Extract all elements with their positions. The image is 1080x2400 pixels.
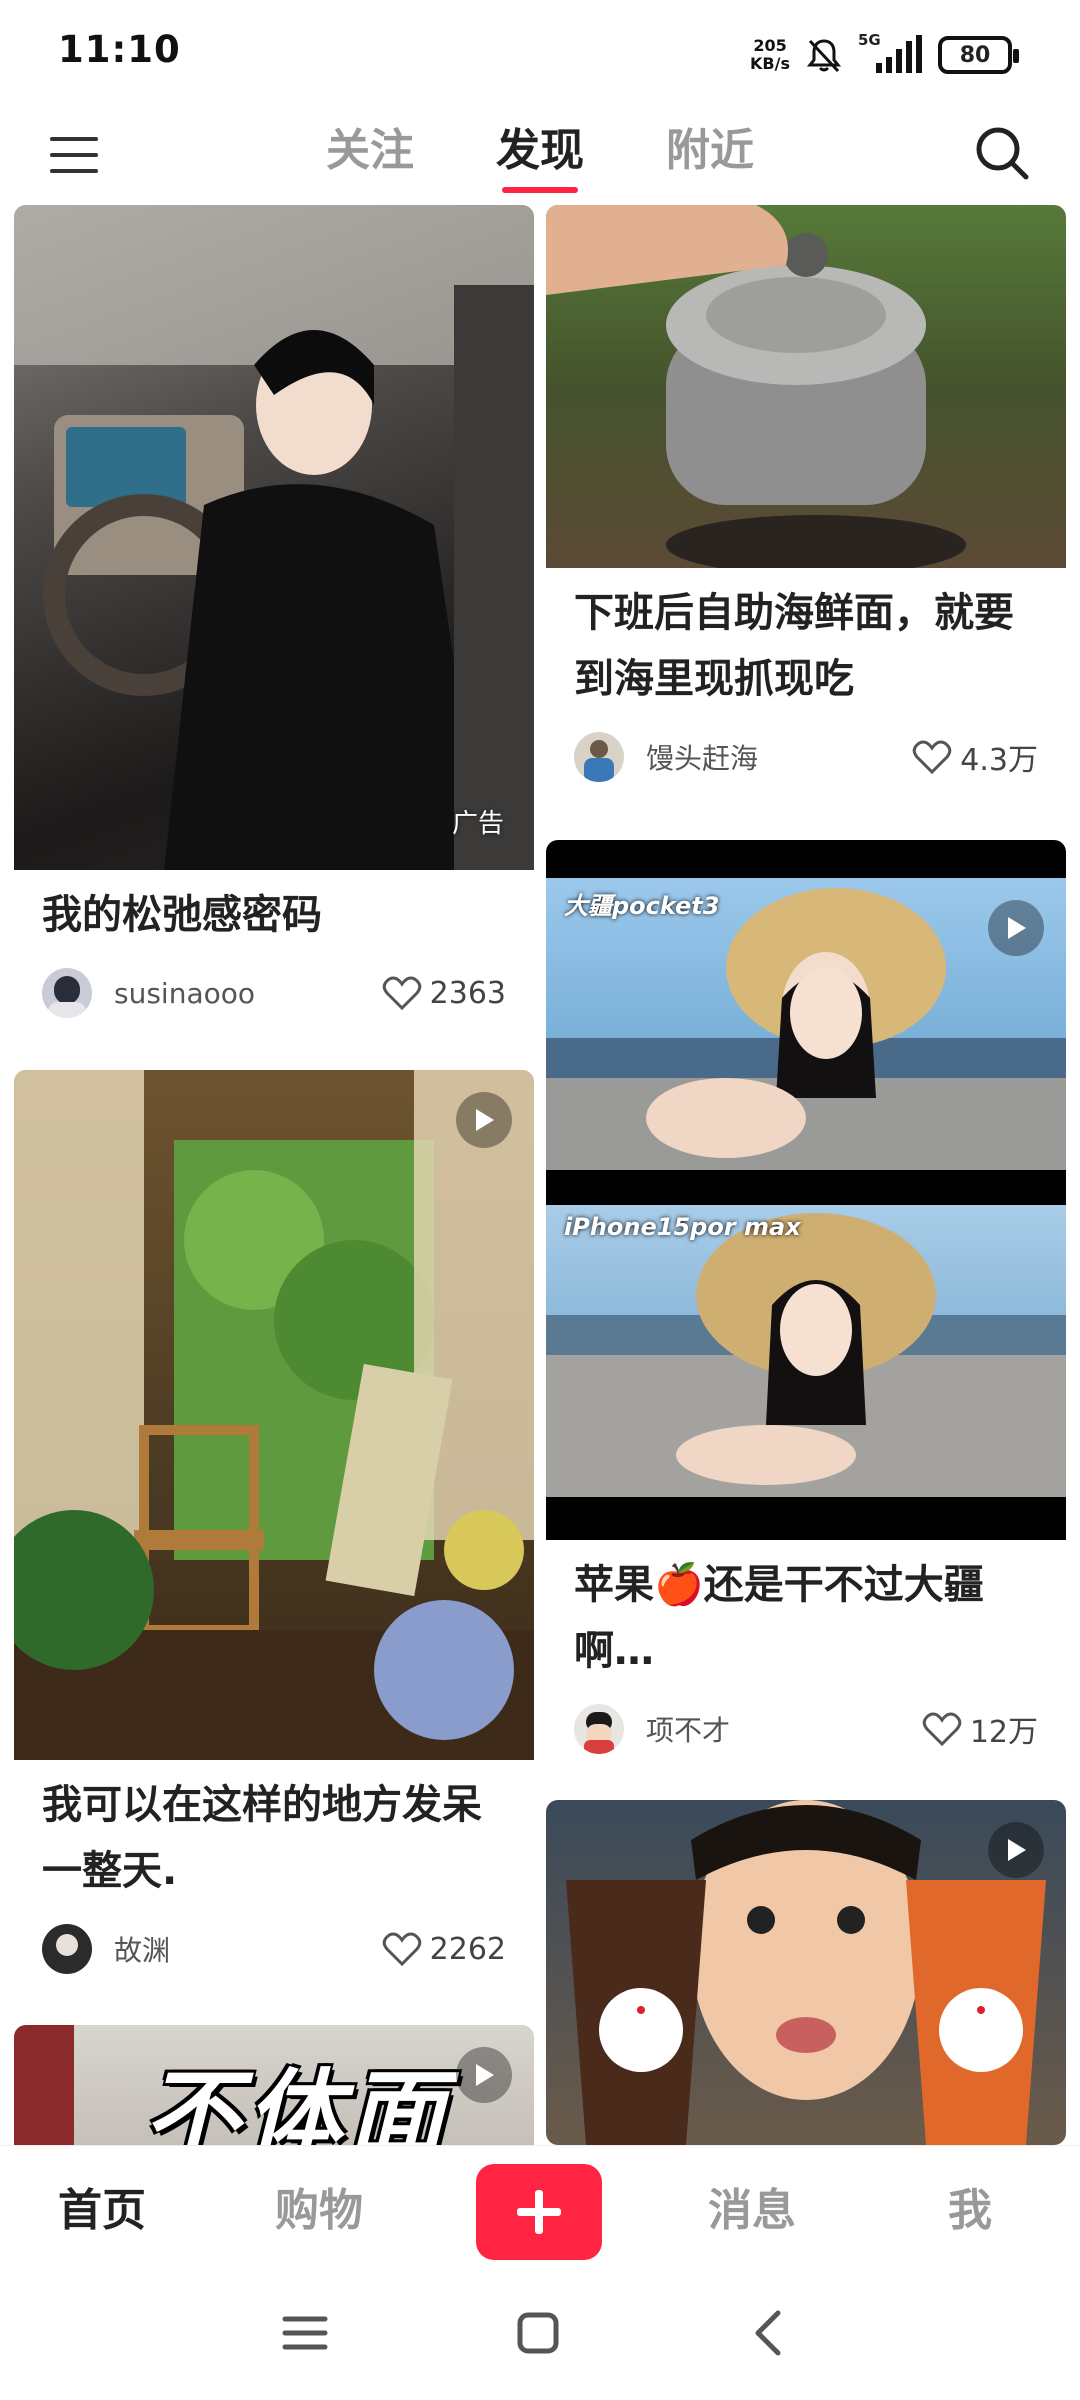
- note-title: 我的松弛感密码: [42, 892, 322, 938]
- note-title: 下班后自助海鲜面，就要到海里现抓现吃: [574, 590, 1014, 702]
- feed: 广告 我的松弛感密码 susinaooo 2363 我可以在这样的地方发呆一整天…: [0, 205, 1080, 2145]
- recent-apps-icon[interactable]: [275, 2303, 335, 2363]
- author-avatar[interactable]: [574, 732, 624, 782]
- cooking-pot-illustration: [546, 205, 966, 568]
- system-nav-bar: [0, 2275, 1080, 2400]
- status-icons: 205 KB/s 5G 80: [750, 30, 1019, 80]
- tab-discover[interactable]: 发现: [490, 111, 590, 201]
- status-bar: 11:10 205 KB/s 5G 80: [0, 0, 1080, 105]
- battery-level: 80: [959, 42, 991, 68]
- video-play-icon: [456, 1092, 512, 1148]
- nav-shop[interactable]: 购物: [275, 2174, 363, 2238]
- note-image: [546, 1800, 1066, 2145]
- note-meta: 故渊 2262: [14, 1904, 534, 1994]
- comparison-label-bottom: iPhone15por max: [564, 1213, 801, 1241]
- like-count: 2363: [429, 975, 506, 1011]
- author-avatar[interactable]: [42, 1924, 92, 1974]
- author-avatar[interactable]: [42, 968, 92, 1018]
- network-speed-unit: KB/s: [750, 54, 790, 73]
- author-name[interactable]: 项不才: [646, 1709, 922, 1749]
- search-icon[interactable]: [972, 123, 1032, 183]
- heart-icon: [913, 740, 952, 775]
- feed-tabs: 关注 发现 附近: [320, 111, 760, 201]
- signal-icon: 5G: [858, 31, 924, 75]
- note-image: 不体面: [14, 2025, 534, 2145]
- heart-icon: [382, 976, 421, 1011]
- tab-following[interactable]: 关注: [320, 111, 420, 201]
- like-button[interactable]: 2262: [382, 1931, 506, 1967]
- mute-bell-icon: [806, 39, 842, 73]
- note-card[interactable]: 我可以在这样的地方发呆一整天. 故渊 2262: [14, 1070, 534, 2045]
- like-button[interactable]: 4.3万: [912, 735, 1038, 779]
- bottom-nav: 首页 购物 消息 我: [0, 2145, 1080, 2275]
- nav-profile[interactable]: 我: [948, 2174, 992, 2238]
- tab-nearby[interactable]: 附近: [660, 111, 760, 201]
- note-card[interactable]: 不体面: [14, 2025, 534, 2145]
- car-interior-illustration: [14, 205, 534, 870]
- note-meta: susinaooo 2363: [14, 948, 534, 1038]
- top-nav: 关注 发现 附近: [0, 105, 1080, 205]
- note-card[interactable]: [546, 1800, 1066, 2145]
- menu-button[interactable]: [48, 129, 100, 181]
- overlay-text: 不体面: [144, 2059, 450, 2145]
- author-avatar[interactable]: [574, 1704, 624, 1754]
- video-play-icon: [988, 900, 1044, 956]
- comparison-label-top: 大疆pocket3: [564, 892, 720, 920]
- author-name[interactable]: 故渊: [114, 1929, 382, 1969]
- nav-home[interactable]: 首页: [58, 2174, 146, 2238]
- note-meta: 项不才 12万: [546, 1684, 1066, 1774]
- nav-messages[interactable]: 消息: [708, 2174, 796, 2238]
- like-button[interactable]: 2363: [382, 975, 506, 1011]
- heart-icon: [382, 1932, 421, 1967]
- note-image: [14, 1070, 534, 1760]
- note-image: 大疆pocket3 iPhone15por max: [546, 840, 1066, 1540]
- author-name[interactable]: 馒头赶海: [646, 737, 912, 777]
- publish-button[interactable]: [476, 2164, 602, 2260]
- author-name[interactable]: susinaooo: [114, 977, 382, 1010]
- like-count: 4.3万: [960, 743, 1038, 778]
- note-card[interactable]: 下班后自助海鲜面，就要到海里现抓现吃 馒头赶海 4.3万: [546, 205, 1066, 795]
- network-speed: 205 KB/s: [750, 37, 790, 73]
- note-card[interactable]: 广告 我的松弛感密码 susinaooo 2363: [14, 205, 534, 1060]
- heart-icon: [922, 1712, 962, 1747]
- comparison-frame-top: 大疆pocket3: [546, 878, 1066, 1170]
- plus-icon: [517, 2190, 561, 2234]
- note-image: [546, 205, 1066, 568]
- note-title: 苹果🍎还是干不过大疆啊…: [574, 1562, 984, 1674]
- comparison-frame-bottom: iPhone15por max: [546, 1205, 1066, 1497]
- ad-badge: 广告: [451, 809, 504, 839]
- like-button[interactable]: 12万: [922, 1707, 1038, 1751]
- note-title: 我可以在这样的地方发呆一整天.: [42, 1782, 482, 1894]
- video-play-icon: [456, 2047, 512, 2103]
- window-room-illustration: [14, 1070, 534, 1760]
- like-count: 2262: [429, 1931, 506, 1967]
- video-play-icon: [988, 1822, 1044, 1878]
- network-speed-value: 205: [753, 36, 787, 55]
- like-count: 12万: [969, 1715, 1038, 1750]
- note-meta: 馒头赶海 4.3万: [546, 712, 1066, 795]
- home-icon[interactable]: [508, 2303, 568, 2363]
- back-icon[interactable]: [740, 2303, 800, 2363]
- status-time: 11:10: [58, 28, 181, 71]
- note-image: 广告: [14, 205, 534, 870]
- battery-icon: 80: [938, 36, 1019, 74]
